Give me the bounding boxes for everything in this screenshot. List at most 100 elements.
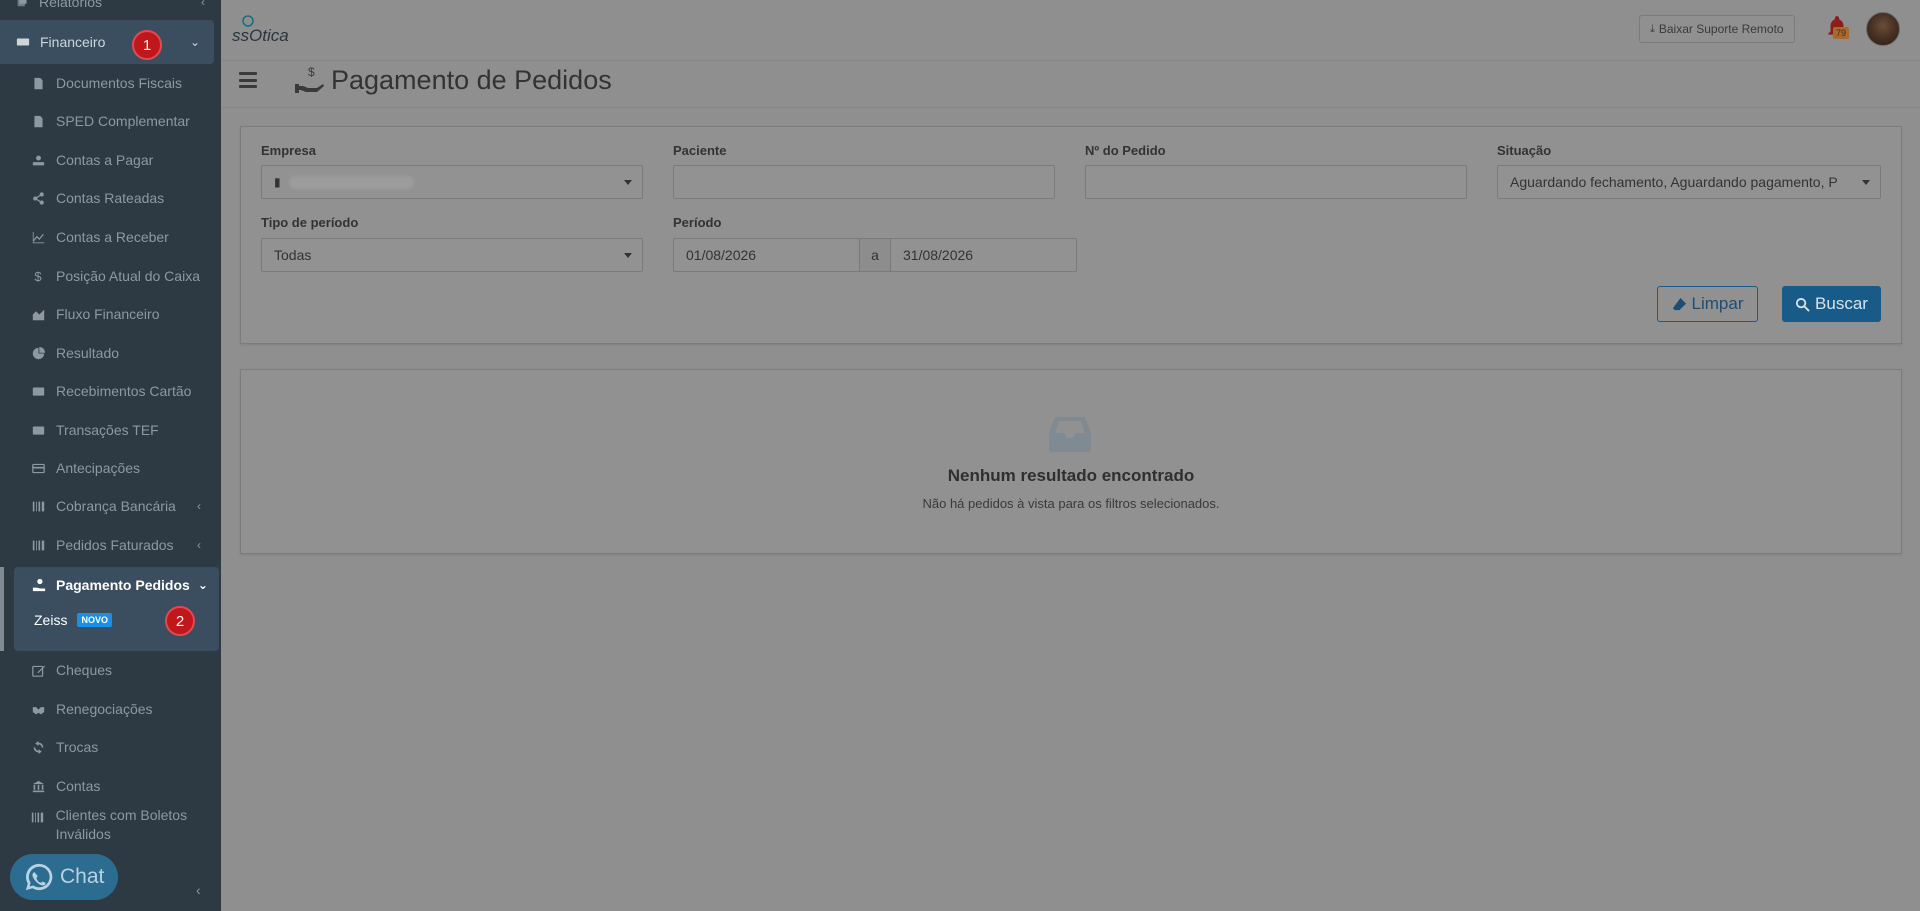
sidebar-item-label: Cheques [56,662,113,678]
chat-button[interactable]: Chat [10,854,118,900]
sidebar-item-label: Relatórios [39,0,103,10]
caret-down-icon [1862,180,1870,185]
hand-holding-dollar-icon: $ [293,64,327,98]
tipo-periodo-select[interactable]: Todas [261,238,643,272]
sidebar-item-clientes-boletos[interactable]: Clientes com Boletos Inválidos [0,807,221,851]
download-icon: ⤓ [1650,22,1655,35]
edit-icon [30,662,46,678]
sidebar-item-resultado[interactable]: Resultado [0,335,221,371]
card-icon [30,422,46,438]
barcode-icon [30,537,46,553]
tipo-periodo-label: Tipo de período [261,215,359,230]
sidebar-item-label: SPED Complementar [56,113,190,129]
sidebar-item-label: Resultado [56,345,120,361]
refresh-icon [30,739,46,755]
sidebar-item-cobranca-bancaria[interactable]: Cobrança Bancária ‹ [0,488,221,524]
sidebar-item-trocas[interactable]: Trocas [0,729,221,765]
sidebar-item-contas-a-pagar[interactable]: Contas a Pagar [0,142,221,178]
menu-toggle-icon[interactable] [239,72,257,88]
pedido-label: Nº do Pedido [1085,143,1166,158]
sidebar-item-posicao-caixa[interactable]: $ Posição Atual do Caixa [0,258,221,294]
sidebar-item-antecipacoes[interactable]: Antecipações [0,450,221,486]
caret-down-icon [624,253,632,258]
chevron-down-icon: ⌄ [197,578,208,592]
sidebar-item-label: Fluxo Financeiro [56,306,160,322]
notification-count: 79 [1833,27,1850,39]
sidebar-item-pedidos-faturados[interactable]: Pedidos Faturados ‹ [0,527,221,563]
barcode-icon [30,809,46,825]
empresa-label: Empresa [261,143,316,158]
paciente-label: Paciente [673,143,727,158]
area-chart-icon [30,306,46,322]
sidebar-item-cheques[interactable]: Cheques [0,652,221,688]
download-remote-support-button[interactable]: ⤓ Baixar Suporte Remoto [1639,15,1795,43]
hand-holding-dollar-icon [32,578,46,592]
sidebar-item-label: Antecipações [56,460,141,476]
hand-coin-icon [30,152,46,168]
sidebar-item-label: Contas Rateadas [56,190,165,206]
empresa-select[interactable]: ▮ [261,165,643,199]
collapse-sidebar-icon[interactable]: ‹ [196,882,201,898]
sidebar-item-contas[interactable]: Contas [0,768,221,804]
chat-label: Chat [60,865,105,888]
inbox-icon [1049,413,1091,453]
handshake-icon [30,701,46,717]
pedido-input[interactable] [1085,165,1467,199]
periodo-start-input[interactable]: 01/08/2026 [673,238,860,272]
step-badge: 1 [132,30,162,60]
whatsapp-icon [25,863,53,891]
sidebar-item-documentos-fiscais[interactable]: Documentos Fiscais [0,65,221,101]
sidebar-item-recebimentos-cartao[interactable]: Recebimentos Cartão [0,373,221,409]
sidebar-item-label: Posição Atual do Caixa [56,268,200,284]
periodo-separator: a [859,238,891,272]
sidebar-item-pagamento-pedidos[interactable]: Pagamento Pedidos ⌄ [32,567,208,603]
barcode-icon [30,498,46,514]
sidebar-item-sped-complementar[interactable]: SPED Complementar [0,103,221,139]
sidebar-item-relatorios[interactable]: Relatórios ‹ [0,0,221,14]
sidebar-item-contas-rateadas[interactable]: Contas Rateadas [0,180,221,216]
sidebar-item-financeiro[interactable]: Financeiro ⌄ [0,20,214,64]
pie-chart-icon [30,345,46,361]
sidebar-item-transacoes-tef[interactable]: Transações TEF [0,412,221,448]
logo: ssOtica [232,14,289,45]
sidebar-item-label: Financeiro [40,34,106,50]
sidebar-item-label: Recebimentos Cartão [56,383,192,399]
situacao-label: Situação [1497,143,1552,158]
new-badge: NOVO [77,613,112,627]
money-icon [16,35,30,49]
copy-icon [16,0,29,10]
file-icon [30,75,46,91]
bank-icon [30,778,46,794]
filter-panel [240,126,1902,344]
sidebar-item-contas-a-receber[interactable]: Contas a Receber [0,219,221,255]
sidebar-item-label: Contas a Receber [56,229,169,245]
step-badge: 2 [165,606,195,636]
chevron-left-icon: ‹ [197,499,201,513]
sidebar-item-label: Pagamento Pedidos [56,577,190,593]
building-icon: ▮ [274,175,281,189]
clear-button[interactable]: Limpar [1657,286,1758,322]
svg-text:$: $ [308,65,315,79]
card-alt-icon [30,460,46,476]
periodo-label: Período [673,215,722,230]
page-title: Pagamento de Pedidos [331,65,612,95]
caret-down-icon [624,180,632,185]
search-icon [1795,297,1810,312]
situacao-select[interactable]: Aguardando fechamento, Aguardando pagame… [1497,165,1881,199]
periodo-end-input[interactable]: 31/08/2026 [890,238,1077,272]
avatar[interactable] [1866,12,1900,46]
results-panel [240,369,1902,554]
file-text-icon [30,113,46,129]
sidebar-item-fluxo-financeiro[interactable]: Fluxo Financeiro [0,296,221,332]
credit-card-icon [30,383,46,399]
sidebar-item-label: Zeiss [34,612,68,628]
empty-subtitle: Não há pedidos à vista para os filtros s… [922,496,1220,511]
search-button[interactable]: Buscar [1782,286,1881,322]
active-indicator [0,567,4,651]
sidebar-item-label: Transações TEF [56,422,159,438]
share-icon [30,190,46,206]
sidebar-item-renegociacoes[interactable]: Renegociações [0,691,221,727]
sidebar: Relatórios ‹ Financeiro ⌄ 1 Documentos F… [0,0,221,911]
paciente-input[interactable] [673,165,1055,199]
sidebar-subitem-zeiss[interactable]: Zeiss NOVO [34,612,112,628]
